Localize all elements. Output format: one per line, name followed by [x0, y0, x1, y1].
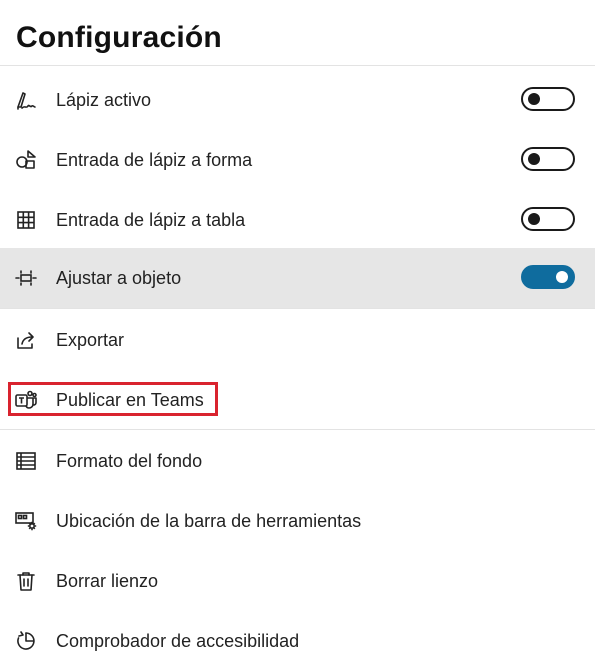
highlight-box	[8, 382, 218, 416]
ink-to-table-toggle[interactable]	[521, 207, 575, 231]
background-format-icon	[14, 449, 38, 473]
table-grid-icon	[14, 208, 38, 232]
snap-align-icon	[14, 266, 38, 290]
menu-item-label: Exportar	[56, 330, 125, 350]
setting-ink-to-table[interactable]: Entrada de lápiz a tabla	[0, 190, 595, 250]
menu-item-label: Comprobador de accesibilidad	[56, 631, 300, 651]
panel-header: Configuración	[0, 0, 595, 66]
menu-item-background-format[interactable]: Formato del fondo	[0, 431, 595, 491]
menu-item-export[interactable]: Exportar	[0, 310, 595, 370]
menu-item-label: Borrar lienzo	[56, 571, 159, 591]
setting-snap-to-object[interactable]: Ajustar a objeto	[0, 248, 595, 308]
active-pen-toggle[interactable]	[521, 87, 575, 111]
snap-to-object-toggle[interactable]	[521, 265, 575, 289]
setting-ink-to-shape[interactable]: Entrada de lápiz a forma	[0, 130, 595, 190]
toggle-knob	[556, 271, 568, 283]
share-export-icon	[14, 328, 38, 352]
menu-item-accessibility-checker[interactable]: Comprobador de accesibilidad	[0, 611, 595, 671]
menu-item-clear-canvas[interactable]: Borrar lienzo	[0, 551, 595, 611]
trash-icon	[14, 569, 38, 593]
toggle-knob	[528, 213, 540, 225]
menu-item-label: Ubicación de la barra de herramientas	[56, 511, 362, 531]
toggle-knob	[528, 93, 540, 105]
settings-panel: Configuración Lápiz activo Entrada de lá…	[0, 0, 595, 666]
menu-item-label: Formato del fondo	[56, 451, 203, 471]
section-divider	[0, 429, 595, 430]
page-title: Configuración	[16, 21, 222, 54]
menu-item-toolbar-location[interactable]: Ubicación de la barra de herramientas	[0, 491, 595, 551]
setting-label: Ajustar a objeto	[56, 268, 182, 288]
toolbar-settings-icon	[14, 509, 38, 533]
toggle-knob	[528, 153, 540, 165]
setting-label: Entrada de lápiz a forma	[56, 150, 253, 170]
ink-to-shape-toggle[interactable]	[521, 147, 575, 171]
shapes-icon	[14, 148, 38, 172]
setting-label: Entrada de lápiz a tabla	[56, 210, 246, 230]
setting-label: Lápiz activo	[56, 90, 152, 110]
accessibility-checker-icon	[14, 629, 38, 653]
pen-icon	[14, 88, 38, 112]
setting-active-pen[interactable]: Lápiz activo	[0, 70, 595, 130]
section-divider	[0, 308, 595, 309]
